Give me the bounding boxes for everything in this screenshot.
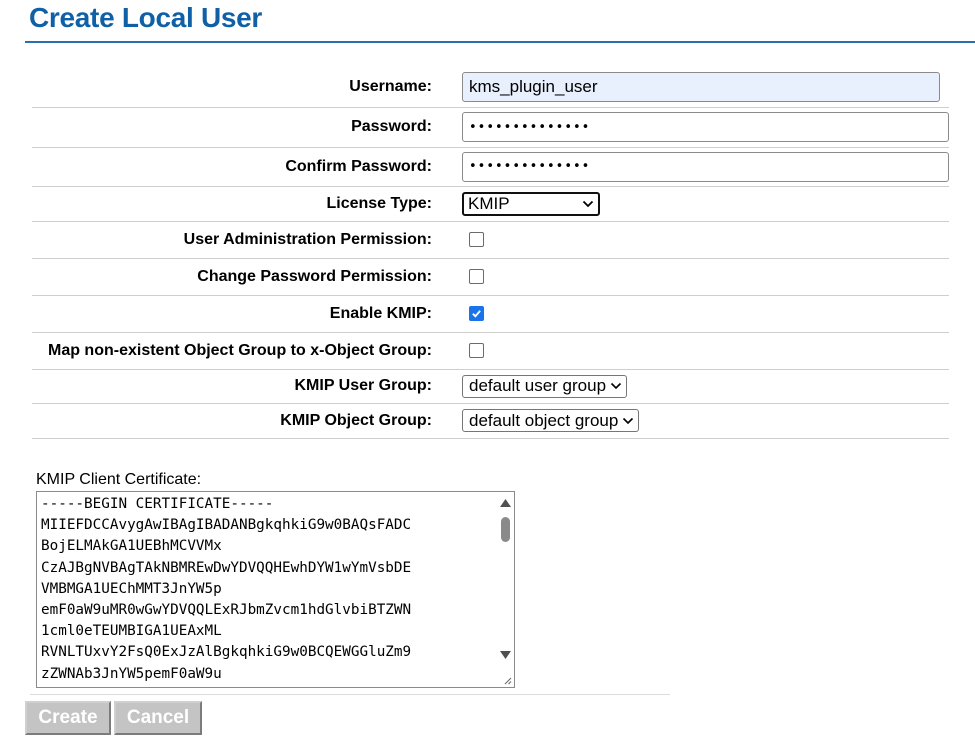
triangle-up-icon[interactable]	[499, 497, 512, 509]
certificate-label: KMIP Client Certificate:	[36, 471, 202, 488]
confirm-password-label: Confirm Password:	[285, 157, 432, 175]
chevron-down-icon	[610, 382, 622, 390]
enable-kmip-row: Enable KMIP:	[32, 295, 949, 332]
certificate-textarea[interactable]: -----BEGIN CERTIFICATE----- MIIEFDCCAvyg…	[36, 491, 515, 688]
enable-kmip-checkbox[interactable]	[469, 305, 484, 321]
user-admin-permission-row: User Administration Permission:	[32, 221, 949, 258]
confirm-password-input[interactable]	[462, 151, 949, 182]
license-type-select[interactable]: KMIP	[462, 191, 600, 216]
username-input[interactable]	[462, 71, 940, 102]
password-input[interactable]	[462, 112, 949, 142]
license-type-row: License Type: KMIP	[32, 186, 949, 221]
username-row: Username:	[32, 67, 949, 107]
kmip-object-group-row: KMIP Object Group: default object group	[32, 403, 949, 438]
kmip-user-group-label: KMIP User Group:	[294, 377, 433, 394]
page-title: Create Local User	[29, 2, 263, 33]
change-password-permission-row: Change Password Permission:	[32, 258, 949, 295]
user-admin-permission-checkbox[interactable]	[469, 231, 484, 247]
license-type-value: KMIP	[468, 193, 510, 213]
enable-kmip-label: Enable KMIP:	[329, 304, 432, 322]
triangle-down-icon[interactable]	[499, 649, 512, 661]
change-password-permission-label: Change Password Permission:	[197, 267, 432, 285]
kmip-user-group-row: KMIP User Group: default user group	[32, 369, 949, 403]
password-label: Password:	[351, 118, 432, 135]
chevron-down-icon	[582, 200, 594, 207]
title-divider	[25, 41, 975, 43]
cancel-button[interactable]: Cancel	[114, 701, 202, 735]
confirm-password-row: Confirm Password:	[32, 147, 949, 186]
user-form: Username: Password: Confirm Password: Li…	[32, 67, 949, 439]
password-row: Password:	[32, 107, 949, 147]
form-footer-divider	[30, 694, 670, 695]
create-button[interactable]: Create	[25, 701, 111, 735]
username-label: Username:	[349, 77, 432, 95]
kmip-user-group-value: default user group	[469, 376, 607, 395]
kmip-object-group-select[interactable]: default object group	[462, 409, 640, 432]
map-object-group-label: Map non-existent Object Group to x-Objec…	[47, 341, 432, 359]
check-icon	[472, 309, 481, 318]
map-object-group-checkbox[interactable]	[469, 342, 484, 358]
resize-grip-icon[interactable]	[502, 675, 512, 685]
certificate-scrollbar[interactable]	[497, 492, 514, 687]
certificate-text: -----BEGIN CERTIFICATE----- MIIEFDCCAvyg…	[41, 496, 412, 682]
chevron-down-icon	[623, 417, 634, 424]
kmip-object-group-value: default object group	[469, 410, 619, 430]
kmip-user-group-select[interactable]: default user group	[462, 374, 628, 398]
user-admin-permission-label: User Administration Permission:	[183, 230, 432, 248]
map-object-group-row: Map non-existent Object Group to x-Objec…	[32, 332, 949, 369]
scroll-thumb[interactable]	[501, 517, 510, 542]
license-type-label: License Type:	[326, 194, 432, 212]
change-password-permission-checkbox[interactable]	[469, 268, 484, 284]
kmip-object-group-label: KMIP Object Group:	[280, 411, 432, 429]
